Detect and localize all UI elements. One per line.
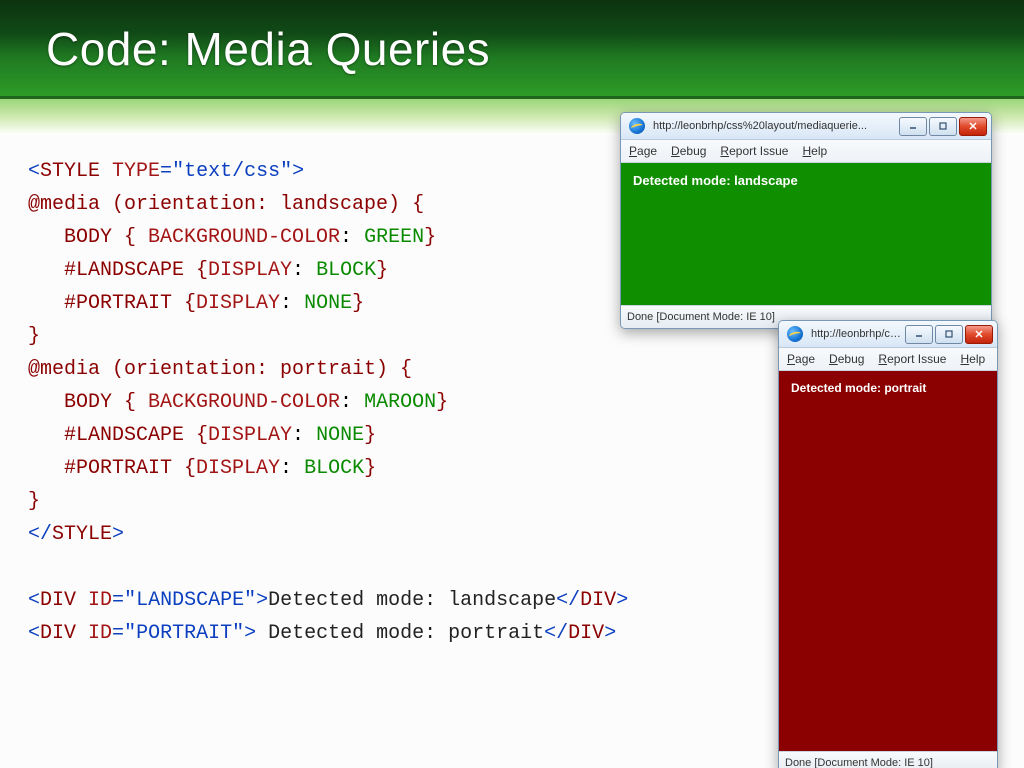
code-token: DISPLAY (196, 457, 280, 480)
menu-help[interactable]: HelpHelp (802, 144, 827, 158)
code-token: } (364, 457, 376, 480)
window-titlebar[interactable]: http://leonbrhp/css%20layout/mediaquerie… (621, 113, 991, 140)
code-token: : (340, 226, 364, 249)
code-token: @media (orientation: portrait) { (28, 358, 412, 381)
code-token: > (604, 622, 616, 645)
code-token: } (28, 325, 40, 348)
code-token: DISPLAY (208, 424, 292, 447)
menu-debug[interactable]: DebugDebug (671, 144, 706, 158)
code-block: <STYLE TYPE="text/css"> @media (orientat… (28, 155, 628, 650)
code-token: > (112, 523, 124, 546)
close-button[interactable] (959, 117, 987, 136)
page-content-landscape: Detected mode: landscape (621, 163, 991, 305)
code-token: < (28, 622, 40, 645)
code-token: BODY { (64, 226, 148, 249)
code-token: } (352, 292, 364, 315)
minimize-button[interactable] (899, 117, 927, 136)
ie-icon (787, 326, 803, 342)
maximize-button[interactable] (929, 117, 957, 136)
code-token: DISPLAY (196, 292, 280, 315)
code-token: DIV (40, 589, 88, 612)
code-token: > (616, 589, 628, 612)
address-bar[interactable]: http://leonbrhp/css%20layout/mediaquerie… (649, 120, 899, 132)
code-token: TYPE (112, 160, 160, 183)
code-token: = (112, 622, 124, 645)
menu-debug[interactable]: DebugDebug (829, 352, 864, 366)
minimize-button[interactable] (905, 325, 933, 344)
code-token: < (28, 589, 40, 612)
code-token: "text/css" (172, 160, 292, 183)
code-token: #PORTRAIT { (64, 292, 196, 315)
code-token: = (112, 589, 124, 612)
code-token: NONE (304, 292, 352, 315)
code-token: STYLE (40, 160, 112, 183)
window-titlebar[interactable]: http://leonbrhp/css%20layo... (779, 321, 997, 348)
code-token: #PORTRAIT { (64, 457, 196, 480)
menu-report[interactable]: Report IssueReport Issue (878, 352, 946, 366)
code-token: > (292, 160, 304, 183)
code-token: BACKGROUND-COLOR (148, 226, 340, 249)
code-token: DIV (568, 622, 604, 645)
code-token: ID (88, 622, 112, 645)
slide-title: Code: Media Queries (0, 0, 1024, 76)
code-token: @media (orientation: landscape) { (28, 193, 424, 216)
menubar: PPageage DebugDebug Report IssueReport I… (621, 140, 991, 163)
menu-page[interactable]: PPageage (629, 144, 657, 158)
code-token: Detected mode: portrait (256, 622, 544, 645)
code-token: STYLE (52, 523, 112, 546)
code-token: } (364, 424, 376, 447)
code-token: = (160, 160, 172, 183)
code-token: } (424, 226, 436, 249)
code-token: BLOCK (316, 259, 376, 282)
code-token: DIV (40, 622, 88, 645)
code-token: </ (544, 622, 568, 645)
ie-icon (629, 118, 645, 134)
code-token: BLOCK (304, 457, 364, 480)
address-bar[interactable]: http://leonbrhp/css%20layo... (807, 328, 905, 340)
code-token: } (436, 391, 448, 414)
code-token: </ (28, 523, 52, 546)
code-token: DISPLAY (208, 259, 292, 282)
menu-help[interactable]: HelpHelp (960, 352, 985, 366)
slide: Code: Media Queries <STYLE TYPE="text/cs… (0, 0, 1024, 768)
title-band: Code: Media Queries (0, 0, 1024, 99)
code-token: : (340, 391, 364, 414)
code-token: : (280, 457, 304, 480)
code-token: } (376, 259, 388, 282)
code-token: > (244, 622, 256, 645)
maximize-button[interactable] (935, 325, 963, 344)
code-token: #LANDSCAPE { (64, 259, 208, 282)
code-token: : (280, 292, 304, 315)
code-token: NONE (316, 424, 364, 447)
code-token: : (292, 424, 316, 447)
code-token: ID (88, 589, 112, 612)
code-token: #LANDSCAPE { (64, 424, 208, 447)
code-token: : (292, 259, 316, 282)
browser-window-landscape: http://leonbrhp/css%20layout/mediaquerie… (620, 112, 992, 329)
code-token: BODY { (64, 391, 148, 414)
code-token: MAROON (364, 391, 436, 414)
code-token: DIV (580, 589, 616, 612)
browser-window-portrait: http://leonbrhp/css%20layo... PagePage D… (778, 320, 998, 768)
code-token: } (28, 490, 40, 513)
menubar: PagePage DebugDebug Report IssueReport I… (779, 348, 997, 371)
code-token: BACKGROUND-COLOR (148, 391, 340, 414)
code-token: "LANDSCAPE" (124, 589, 256, 612)
code-token: < (28, 160, 40, 183)
code-token: > (256, 589, 268, 612)
menu-page[interactable]: PagePage (787, 352, 815, 366)
close-button[interactable] (965, 325, 993, 344)
code-token: "PORTRAIT" (124, 622, 244, 645)
code-token: </ (556, 589, 580, 612)
page-content-portrait: Detected mode: portrait (779, 371, 997, 751)
code-token: Detected mode: landscape (268, 589, 556, 612)
menu-report[interactable]: Report IssueReport Issue (720, 144, 788, 158)
status-bar: Done [Document Mode: IE 10] (779, 751, 997, 768)
code-token: GREEN (364, 226, 424, 249)
